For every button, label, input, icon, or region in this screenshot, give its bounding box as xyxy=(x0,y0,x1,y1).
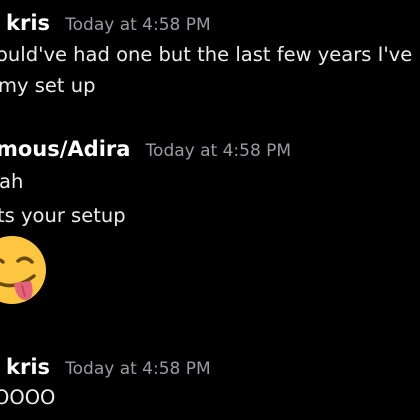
message-text: OOOO xyxy=(0,386,56,409)
face-savoring-food-icon[interactable] xyxy=(0,234,48,306)
message-header: kris Today at 4:58 PM xyxy=(6,13,211,34)
message-header: kris Today at 4:58 PM xyxy=(6,357,211,378)
author-name[interactable]: kris xyxy=(6,11,50,35)
message-text: ah xyxy=(0,170,24,193)
chat-messages-pane: kris Today at 4:58 PM ould've had one bu… xyxy=(0,0,420,420)
message-timestamp[interactable]: Today at 4:58 PM xyxy=(146,141,292,161)
message-text: ould've had one but the last few years I… xyxy=(0,43,420,66)
author-name[interactable]: mous/Adira xyxy=(0,137,130,161)
message-text: ts your setup xyxy=(0,204,126,227)
message-timestamp[interactable]: Today at 4:58 PM xyxy=(65,359,211,379)
message-timestamp[interactable]: Today at 4:58 PM xyxy=(65,15,211,35)
message-header: mous/Adira Today at 4:58 PM xyxy=(0,139,291,160)
author-name[interactable]: kris xyxy=(6,355,50,379)
message-text: my set up xyxy=(0,74,96,97)
